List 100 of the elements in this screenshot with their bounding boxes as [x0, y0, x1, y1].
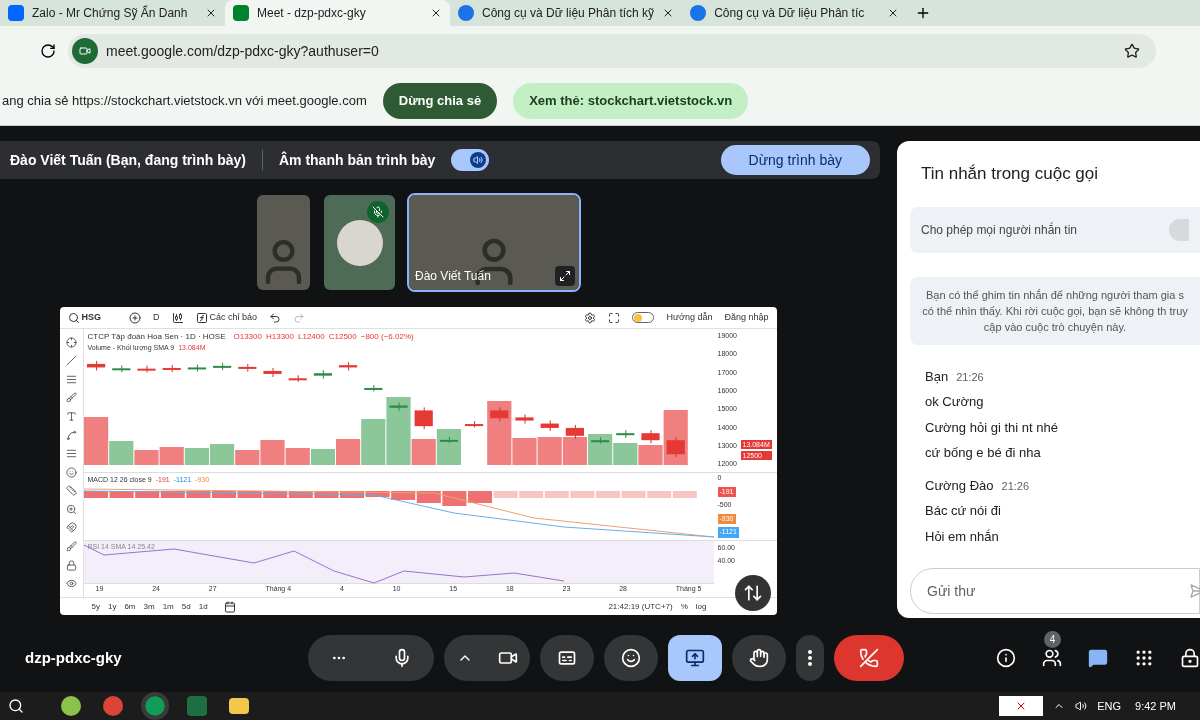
view-tab-button[interactable]: Xem thẻ: stockchart.vietstock.vn	[513, 82, 749, 119]
smiley-icon[interactable]	[65, 466, 77, 478]
range-button[interactable]: 1d	[198, 600, 208, 613]
smiley-icon	[621, 648, 641, 668]
line-icon[interactable]	[65, 355, 77, 367]
lines-icon[interactable]	[65, 448, 77, 460]
range-button[interactable]: 1y	[107, 600, 117, 613]
meeting-code: dzp-pdxc-gky	[25, 647, 123, 668]
ruler-icon[interactable]	[65, 485, 77, 497]
text-icon[interactable]	[65, 411, 77, 423]
log-button[interactable]: log	[695, 600, 707, 613]
candle	[162, 364, 181, 373]
folder-icon[interactable]	[229, 698, 249, 714]
settings-icon[interactable]	[584, 311, 597, 324]
mic-control[interactable]	[308, 635, 434, 681]
people-icon[interactable]	[1042, 648, 1062, 668]
audio-toggle[interactable]	[451, 149, 490, 171]
fullscreen-icon[interactable]	[608, 311, 621, 324]
interval-button[interactable]: D	[153, 310, 160, 325]
login-link[interactable]: Đăng nhập	[724, 310, 769, 325]
reload-icon[interactable]	[40, 43, 56, 59]
info-icon[interactable]	[996, 648, 1016, 668]
camera-control[interactable]	[444, 635, 530, 681]
candle	[136, 365, 156, 374]
sharing-message: ang chia sẻ https://stockchart.vietstock.vn với meet.google.com	[1, 91, 367, 110]
percent-button[interactable]: %	[680, 600, 688, 613]
theme-toggle[interactable]	[632, 312, 655, 323]
ohlc-value: L12400	[298, 331, 325, 343]
ohlc-value: H13300	[265, 331, 294, 343]
browser-tab[interactable]: Meet - dzp-pdxc-gky	[225, 0, 450, 26]
range-button[interactable]: 1m	[162, 600, 174, 613]
chat-icon[interactable]	[1088, 648, 1108, 668]
candle	[514, 413, 534, 425]
language-indicator[interactable]: ENG	[1097, 697, 1122, 715]
volume-bar	[587, 434, 612, 465]
apps-grid-icon[interactable]	[1134, 648, 1154, 668]
range-button[interactable]: 5y	[91, 600, 100, 613]
expand-icon[interactable]	[555, 266, 575, 286]
function-icon[interactable]	[195, 311, 208, 324]
ohlc-value: C12500	[328, 331, 357, 343]
magnet-icon[interactable]	[65, 522, 77, 534]
undo-icon[interactable]	[269, 311, 282, 324]
crosshair-icon[interactable]	[65, 336, 77, 348]
guide-link[interactable]: Hướng dẫn	[666, 310, 713, 325]
search-icon[interactable]	[8, 698, 24, 714]
close-icon[interactable]	[999, 696, 1044, 716]
lines-icon[interactable]	[65, 373, 77, 385]
curve-icon[interactable]	[65, 429, 77, 441]
candles-icon[interactable]	[171, 311, 184, 324]
chat-app-icon	[8, 5, 24, 21]
hand-icon	[749, 648, 769, 668]
up-down-arrows-icon	[742, 583, 763, 603]
symbol-label[interactable]: HSG	[81, 310, 101, 325]
range-button[interactable]: 5d	[181, 600, 191, 613]
range-button[interactable]: 6m	[124, 600, 136, 613]
range-button[interactable]: 3m	[143, 600, 155, 613]
browser-icon[interactable]	[145, 696, 165, 716]
eye-icon[interactable]	[65, 578, 77, 590]
site-icon[interactable]	[72, 38, 98, 64]
candle	[237, 363, 256, 373]
candle	[615, 429, 634, 439]
app-icon[interactable]	[61, 696, 81, 716]
volume-bar	[612, 443, 637, 465]
close-icon[interactable]	[430, 7, 442, 19]
more-vertical-icon	[808, 650, 812, 666]
candle	[86, 360, 105, 371]
candle	[111, 364, 130, 373]
hang-up-icon	[859, 648, 879, 668]
stop-sharing-button[interactable]: Dừng chia sẻ	[382, 82, 498, 119]
browser-icon[interactable]	[103, 696, 123, 716]
captions-button[interactable]	[540, 635, 594, 681]
lock-icon[interactable]	[1180, 648, 1200, 668]
people-count-badge: 4	[1044, 631, 1061, 648]
browser-tab[interactable]: Công cụ và Dữ liệu Phân tích kỹ	[450, 0, 683, 26]
leave-call-button[interactable]	[834, 635, 904, 681]
raise-hand-button[interactable]	[732, 635, 786, 681]
address-bar[interactable]: meet.google.com/dzp-pdxc-gky?authuser=0	[68, 34, 1156, 68]
more-button[interactable]	[796, 635, 824, 681]
speaker-icon[interactable]	[1075, 700, 1088, 712]
brush-icon[interactable]	[65, 392, 77, 404]
macd-histogram-bar	[441, 491, 466, 506]
stop-presenting-button[interactable]: Dừng trình bày	[720, 145, 870, 175]
indicators-button[interactable]: Các chỉ báo	[209, 310, 258, 325]
candle	[187, 363, 206, 373]
brush-icon[interactable]	[65, 540, 77, 552]
browser-tab[interactable]: Zalo - Mr Chứng Sỹ Ẩn Danh	[0, 0, 225, 26]
browser-tab[interactable]: Công cụ và Dữ liệu Phân tíc	[682, 0, 908, 26]
globe-icon	[690, 5, 707, 21]
add-icon[interactable]	[129, 311, 141, 324]
close-icon[interactable]	[205, 7, 217, 19]
bookmark-star-icon[interactable]	[1124, 43, 1140, 59]
message-sender: Bạn	[925, 367, 949, 386]
calendar-icon[interactable]	[223, 600, 236, 613]
emoji-button[interactable]	[604, 635, 658, 681]
volume-bar	[159, 447, 184, 465]
search-icon[interactable]	[67, 311, 80, 324]
chart-clock: 21:42:19 (UTC+7)	[608, 600, 673, 613]
zoom-in-icon[interactable]	[65, 503, 77, 515]
present-screen-button[interactable]	[668, 635, 722, 681]
permission-toggle[interactable]	[1169, 218, 1189, 241]
